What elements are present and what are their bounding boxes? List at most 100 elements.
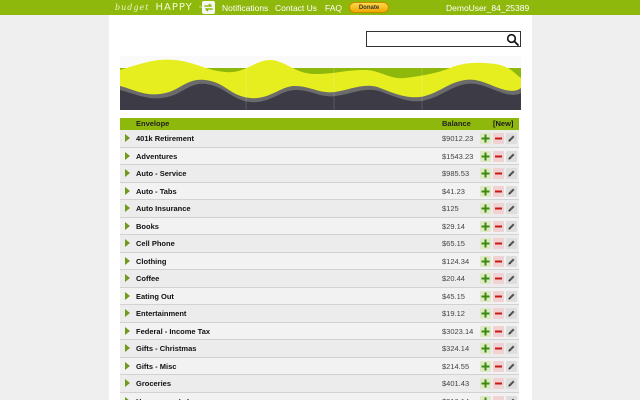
expand-arrow-icon[interactable] [125, 396, 130, 400]
edit-envelope-button[interactable] [506, 203, 517, 214]
expand-arrow-icon[interactable] [125, 204, 130, 212]
expand-arrow-icon[interactable] [125, 151, 130, 160]
pencil-icon [508, 293, 515, 299]
plus-icon [481, 257, 490, 265]
pencil-icon [508, 363, 515, 369]
expand-arrow-icon[interactable] [125, 186, 130, 195]
remove-funds-button[interactable] [493, 133, 504, 144]
edit-envelope-button[interactable] [506, 360, 517, 372]
remove-funds-button[interactable] [493, 308, 504, 319]
add-funds-button[interactable] [480, 220, 491, 232]
add-funds-button[interactable] [480, 360, 491, 372]
add-funds-button[interactable] [480, 325, 491, 337]
envelope-name[interactable]: Federal - Income Tax [136, 327, 210, 336]
envelope-name[interactable]: Auto - Service [136, 169, 186, 178]
remove-funds-button[interactable] [493, 325, 504, 337]
expand-arrow-icon[interactable] [125, 256, 130, 265]
envelope-name[interactable]: Cell Phone [136, 239, 175, 248]
envelope-name[interactable]: Clothing [136, 257, 166, 266]
add-funds-button[interactable] [480, 185, 491, 197]
edit-envelope-button[interactable] [506, 185, 517, 197]
new-envelope-link[interactable]: [New] [493, 119, 513, 128]
expand-arrow-icon[interactable] [125, 291, 130, 300]
remove-funds-button[interactable] [493, 238, 504, 249]
remove-funds-button[interactable] [493, 290, 504, 302]
envelope-name[interactable]: Eating Out [136, 292, 174, 301]
expand-arrow-icon[interactable] [125, 169, 130, 177]
envelope-name[interactable]: Auto Insurance [136, 204, 191, 213]
envelope-name[interactable]: Groceries [136, 379, 171, 388]
search-input[interactable] [367, 32, 502, 46]
envelope-name[interactable]: Gifts - Misc [136, 362, 176, 371]
edit-envelope-button[interactable] [506, 290, 517, 302]
expand-arrow-icon[interactable] [125, 361, 130, 370]
edit-envelope-button[interactable] [506, 308, 517, 319]
envelope-name[interactable]: 401k Retirement [136, 134, 194, 143]
add-funds-button[interactable] [480, 203, 491, 214]
add-funds-button[interactable] [480, 168, 491, 179]
expand-arrow-icon[interactable] [125, 221, 130, 230]
envelope-name[interactable]: Adventures [136, 152, 177, 161]
envelope-row: Cell Phone $65.15 [120, 235, 519, 253]
expand-arrow-icon[interactable] [125, 326, 130, 335]
add-funds-button[interactable] [480, 255, 491, 267]
expand-arrow-icon[interactable] [125, 239, 130, 247]
envelope-name[interactable]: Gifts - Christmas [136, 344, 196, 353]
expand-arrow-icon[interactable] [125, 309, 130, 317]
envelope-name[interactable]: Coffee [136, 274, 159, 283]
edit-envelope-button[interactable] [506, 395, 517, 400]
add-funds-button[interactable] [480, 133, 491, 144]
expand-arrow-icon[interactable] [125, 379, 130, 387]
minus-icon [495, 277, 502, 280]
remove-funds-button[interactable] [493, 220, 504, 232]
plus-icon [481, 239, 490, 248]
sync-icon[interactable] [202, 1, 215, 14]
remove-funds-button[interactable] [493, 378, 504, 389]
add-funds-button[interactable] [480, 343, 491, 354]
add-funds-button[interactable] [480, 378, 491, 389]
envelope-name[interactable]: Homeowner's Insurance [136, 397, 222, 400]
remove-funds-button[interactable] [493, 395, 504, 400]
donate-button[interactable]: Donate [349, 2, 389, 13]
logo-text-budget: budget [115, 3, 150, 12]
edit-envelope-button[interactable] [506, 133, 517, 144]
edit-envelope-button[interactable] [506, 325, 517, 337]
expand-arrow-icon[interactable] [125, 344, 130, 352]
nav-link-faq[interactable]: FAQ [325, 0, 342, 15]
remove-funds-button[interactable] [493, 203, 504, 214]
add-funds-button[interactable] [480, 395, 491, 400]
envelope-name[interactable]: Books [136, 222, 159, 231]
edit-envelope-button[interactable] [506, 238, 517, 249]
nav-link-contact-us[interactable]: Contact Us [275, 0, 317, 15]
add-funds-button[interactable] [480, 290, 491, 302]
edit-envelope-button[interactable] [506, 273, 517, 284]
username-label[interactable]: DemoUser_84_25389 [446, 0, 529, 15]
budget-happy-logo[interactable]: budget HAPPY ~ [115, 0, 203, 15]
remove-funds-button[interactable] [493, 360, 504, 372]
add-funds-button[interactable] [480, 150, 491, 162]
edit-envelope-button[interactable] [506, 168, 517, 179]
column-header-balance: Balance [442, 119, 471, 128]
remove-funds-button[interactable] [493, 255, 504, 267]
envelope-name[interactable]: Auto - Tabs [136, 187, 177, 196]
expand-arrow-icon[interactable] [125, 134, 130, 142]
plus-icon [481, 274, 490, 283]
edit-envelope-button[interactable] [506, 255, 517, 267]
search-icon[interactable] [506, 33, 519, 46]
add-funds-button[interactable] [480, 238, 491, 249]
remove-funds-button[interactable] [493, 185, 504, 197]
edit-envelope-button[interactable] [506, 343, 517, 354]
add-funds-button[interactable] [480, 308, 491, 319]
nav-link-notifications[interactable]: Notifications [222, 0, 268, 15]
envelope-name[interactable]: Entertainment [136, 309, 186, 318]
expand-arrow-icon[interactable] [125, 274, 130, 282]
remove-funds-button[interactable] [493, 168, 504, 179]
edit-envelope-button[interactable] [506, 220, 517, 232]
remove-funds-button[interactable] [493, 150, 504, 162]
edit-envelope-button[interactable] [506, 378, 517, 389]
remove-funds-button[interactable] [493, 343, 504, 354]
edit-envelope-button[interactable] [506, 150, 517, 162]
pencil-icon [508, 240, 515, 247]
remove-funds-button[interactable] [493, 273, 504, 284]
add-funds-button[interactable] [480, 273, 491, 284]
